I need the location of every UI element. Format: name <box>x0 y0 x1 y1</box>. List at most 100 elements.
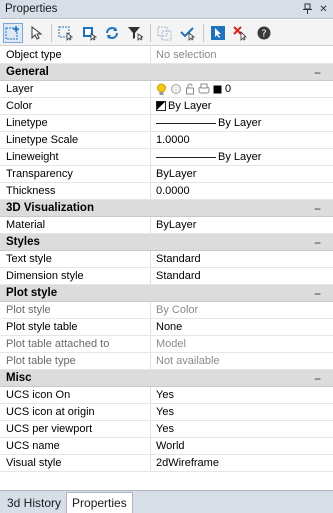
category-3d-visualization[interactable]: 3D Visualization − <box>0 200 333 217</box>
tab-3d-history[interactable]: 3d History <box>2 492 66 513</box>
select-objects-button[interactable] <box>26 23 46 43</box>
collapse-toggle[interactable]: − <box>314 64 321 81</box>
thickness-row[interactable]: Thickness 0.0000 <box>0 183 333 200</box>
sun-icon <box>171 84 181 94</box>
property-value[interactable]: 1.0000 <box>151 132 333 148</box>
collapse-toggle[interactable]: − <box>314 200 321 217</box>
property-name: Lineweight <box>0 149 151 165</box>
property-name: UCS per viewport <box>0 421 151 437</box>
panel-titlebar: Properties ✕ <box>0 0 333 19</box>
property-name: Color <box>0 98 151 114</box>
help-button[interactable]: ? <box>254 23 274 43</box>
pickadd-toggle-button[interactable] <box>208 23 228 43</box>
category-title: Plot style <box>6 287 58 299</box>
layer-name: 0 <box>225 83 232 95</box>
property-value[interactable]: 0.0000 <box>151 183 333 199</box>
panel-tabbar: 3d History Properties <box>0 490 333 513</box>
property-value[interactable]: Yes <box>151 387 333 403</box>
refresh-selection-button[interactable] <box>102 23 122 43</box>
property-name: Dimension style <box>0 268 151 284</box>
category-title: Misc <box>6 372 32 384</box>
properties-grid: Object type No selection General − Layer… <box>0 47 333 472</box>
ucs-icon-origin-row[interactable]: UCS icon at origin Yes <box>0 404 333 421</box>
pin-icon[interactable] <box>302 2 313 16</box>
help-icon: ? <box>257 26 271 39</box>
property-value[interactable]: By Layer <box>151 149 333 165</box>
apply-selection-button[interactable] <box>178 23 198 43</box>
add-selection-icon <box>5 25 19 39</box>
collapse-toggle[interactable]: − <box>314 234 321 251</box>
category-title: General <box>6 66 49 78</box>
dimension-style-row[interactable]: Dimension style Standard <box>0 268 333 285</box>
object-type-row[interactable]: Object type No selection <box>0 47 333 64</box>
transparency-row[interactable]: Transparency ByLayer <box>0 166 333 183</box>
property-value[interactable]: ByLayer <box>151 217 333 233</box>
ucs-icon-on-row[interactable]: UCS icon On Yes <box>0 387 333 404</box>
cursor-arrow-icon <box>31 25 43 40</box>
property-name: UCS icon at origin <box>0 404 151 420</box>
category-misc[interactable]: Misc − <box>0 370 333 387</box>
select-window-button[interactable] <box>56 23 76 43</box>
property-value[interactable]: Standard <box>151 251 333 267</box>
linetype-row[interactable]: Linetype By Layer <box>0 115 333 132</box>
tab-properties[interactable]: Properties <box>66 492 133 513</box>
property-name: Text style <box>0 251 151 267</box>
property-value: No selection <box>156 49 217 61</box>
select-similar-button[interactable] <box>155 23 175 43</box>
toolbar-separator <box>150 23 151 42</box>
quick-select-button[interactable] <box>79 23 99 43</box>
property-value[interactable]: Standard <box>151 268 333 284</box>
property-value[interactable]: By Layer <box>151 115 333 131</box>
property-value[interactable]: None <box>151 319 333 335</box>
ucs-per-viewport-row[interactable]: UCS per viewport Yes <box>0 421 333 438</box>
property-name: Transparency <box>0 166 151 182</box>
property-name: Visual style <box>0 455 151 471</box>
svg-text:?: ? <box>261 28 266 39</box>
add-selection-button[interactable] <box>3 22 23 43</box>
property-value[interactable]: By Layer <box>151 98 333 114</box>
lightbulb-icon <box>157 83 166 95</box>
property-name: Thickness <box>0 183 151 199</box>
ucs-name-row[interactable]: UCS name World <box>0 438 333 455</box>
layer-row[interactable]: Layer 0 <box>0 81 333 98</box>
category-general[interactable]: General − <box>0 64 333 81</box>
filter-button[interactable] <box>125 23 145 43</box>
collapse-toggle[interactable]: − <box>314 370 321 387</box>
property-value[interactable]: ByLayer <box>151 166 333 182</box>
category-title: Styles <box>6 236 40 248</box>
property-name: UCS name <box>0 438 151 454</box>
plot-style-table-row[interactable]: Plot style table None <box>0 319 333 336</box>
property-value[interactable]: 0 <box>151 81 333 97</box>
linetype-sample <box>156 122 216 124</box>
property-name: Material <box>0 217 151 233</box>
lineweight-sample <box>156 156 216 158</box>
visual-style-row[interactable]: Visual style 2dWireframe <box>0 455 333 472</box>
text-style-row[interactable]: Text style Standard <box>0 251 333 268</box>
pickadd-icon <box>211 25 225 40</box>
property-name: Object type <box>0 47 151 63</box>
property-name: Plot style table <box>0 319 151 335</box>
linetype-scale-row[interactable]: Linetype Scale 1.0000 <box>0 132 333 149</box>
category-styles[interactable]: Styles − <box>0 234 333 251</box>
toolbar-separator <box>203 23 204 42</box>
lineweight-row[interactable]: Lineweight By Layer <box>0 149 333 166</box>
deselect-button[interactable] <box>231 23 251 43</box>
property-name: Plot style <box>0 302 151 318</box>
filter-icon <box>128 26 143 41</box>
property-value[interactable]: Yes <box>151 404 333 420</box>
properties-toolbar: ? <box>0 20 333 46</box>
property-value[interactable]: World <box>151 438 333 454</box>
property-value[interactable]: 2dWireframe <box>151 455 333 471</box>
select-similar-icon <box>157 26 172 40</box>
layer-color-icon <box>213 85 222 93</box>
property-name: Linetype Scale <box>0 132 151 148</box>
close-icon[interactable]: ✕ <box>318 2 329 16</box>
color-swatch-icon <box>156 101 166 111</box>
collapse-toggle[interactable]: − <box>314 285 321 302</box>
property-value[interactable]: Yes <box>151 421 333 437</box>
refresh-icon <box>106 26 118 39</box>
property-value: Model <box>156 338 186 350</box>
material-row[interactable]: Material ByLayer <box>0 217 333 234</box>
category-plot-style[interactable]: Plot style − <box>0 285 333 302</box>
color-row[interactable]: Color By Layer <box>0 98 333 115</box>
